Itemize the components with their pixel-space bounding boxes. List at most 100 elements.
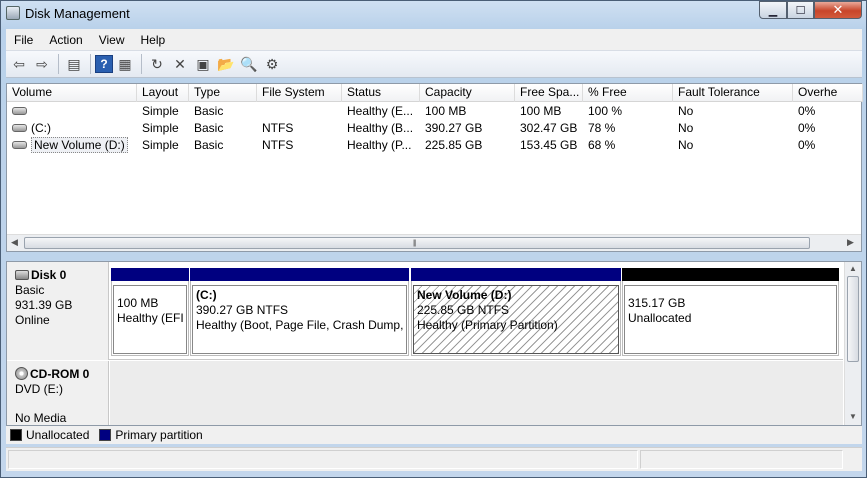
column-header[interactable]: File System [257, 84, 342, 102]
settings-icon[interactable]: ⚙ [261, 53, 283, 75]
delete-icon[interactable]: ✕ [169, 53, 191, 75]
table-cell: (C:) [7, 120, 137, 137]
vertical-scrollbar[interactable]: ▲ ▼ [844, 262, 861, 425]
menu-action[interactable]: Action [41, 33, 90, 47]
legend-label: Primary partition [115, 428, 203, 442]
table-cell: 302.47 GB [520, 121, 578, 135]
horizontal-scroll-thumb[interactable]: ||| [24, 237, 810, 249]
status-segment [8, 450, 638, 469]
scroll-down-icon[interactable]: ▼ [849, 412, 857, 421]
menu-file[interactable]: File [6, 33, 41, 47]
table-cell: Healthy (P... [347, 138, 412, 152]
table-cell: No [678, 121, 694, 135]
table-cell [257, 103, 342, 120]
scroll-up-icon[interactable]: ▲ [849, 264, 857, 273]
menu-help[interactable]: Help [133, 33, 174, 47]
table-cell: 225.85 GB [425, 138, 483, 152]
table-cell: 0% [798, 104, 816, 118]
table-cell: Basic [194, 138, 224, 152]
partition-color-bar [111, 268, 189, 281]
column-header[interactable]: % Free [583, 84, 673, 102]
console-tree-icon[interactable]: ▤ [63, 53, 85, 75]
partition-title: (C:) [196, 288, 217, 302]
column-header[interactable]: Volume [7, 84, 137, 102]
close-button[interactable]: ✕ [814, 1, 862, 19]
table-cell: Healthy (B... [347, 121, 414, 135]
cdrom-state: No Media [15, 411, 67, 425]
table-row[interactable]: (C:) Simple Basic NTFS Healthy (B... 390.27 G… [7, 120, 863, 137]
disk-name: Disk 0 [31, 268, 67, 282]
partition-block[interactable]: 100 MB Healthy (EFI [111, 268, 189, 356]
toolbar-separator [90, 54, 91, 74]
help-icon[interactable]: ? [95, 55, 113, 73]
toolbar-separator [58, 54, 59, 74]
back-arrow-icon[interactable]: ⇦ [8, 53, 30, 75]
volume-list-header: Volume Layout Type File System Status Capacit… [7, 84, 863, 102]
toolbar-separator [141, 54, 142, 74]
open-folder-icon[interactable]: 📂 [215, 53, 237, 75]
disk-management-app-icon [6, 6, 20, 20]
column-header[interactable]: Layout [137, 84, 189, 102]
scroll-left-icon[interactable]: ◀ [11, 237, 18, 248]
cdrom-type: DVD (E:) [15, 382, 63, 396]
menu-view[interactable]: View [91, 33, 133, 47]
disk-size: 931.39 GB [15, 298, 73, 312]
legend-swatch [99, 429, 112, 441]
pane-icon[interactable]: ▦ [114, 53, 136, 75]
legend: Unallocated Primary partition [6, 426, 862, 444]
disk-type: Basic [15, 283, 45, 297]
volume-icon [12, 123, 27, 132]
partition-status: Healthy (EFI [117, 311, 184, 325]
table-row[interactable]: New Volume (D:) Simple Basic NTFS Healthy (P… [7, 137, 863, 154]
scroll-right-icon[interactable]: ▶ [847, 237, 854, 248]
partition-info: (C:) 390.27 GB NTFS Healthy (Boot, Page Fi… [192, 285, 407, 354]
table-cell: NTFS [262, 138, 294, 152]
partition-status: Healthy (Boot, Page File, Crash Dump, [196, 318, 404, 332]
search-icon[interactable]: 🔍 [238, 53, 260, 75]
disk-graphical-view: Disk 0 Basic 931.39 GB Online 100 MB Heal… [6, 261, 862, 426]
legend-label: Unallocated [26, 428, 90, 442]
refresh-icon[interactable]: ↻ [146, 53, 168, 75]
title-bar: Disk Management ▁ ☐ ✕ [1, 1, 866, 29]
maximize-button[interactable]: ☐ [787, 1, 814, 19]
table-cell: 78 % [588, 121, 616, 135]
grip-icon: ||| [413, 240, 417, 247]
table-cell: Simple [142, 121, 179, 135]
minimize-button[interactable]: ▁ [759, 1, 787, 19]
column-header[interactable]: Status [342, 84, 420, 102]
column-header[interactable]: Free Spa... [515, 84, 583, 102]
volume-name: New Volume (D:) [31, 137, 128, 153]
table-cell: 100 % [588, 104, 623, 118]
window-title: Disk Management [25, 6, 130, 21]
partition-info: 315.17 GB Unallocated [624, 285, 837, 354]
partition-block[interactable]: 315.17 GB Unallocated [622, 268, 839, 356]
partition-info: New Volume (D:) 225.85 GB NTFS Healthy (Pr… [413, 285, 619, 354]
table-cell: Simple [142, 104, 179, 118]
horizontal-scrollbar[interactable]: ◀ ||| ▶ [7, 234, 861, 251]
disk-0-label[interactable]: Disk 0 Basic 931.39 GB Online [7, 262, 109, 360]
status-bar [6, 447, 862, 471]
column-header[interactable]: Fault Tolerance [673, 84, 793, 102]
partition-color-bar [622, 268, 839, 281]
column-header[interactable]: Type [189, 84, 257, 102]
vertical-scroll-thumb[interactable] [847, 276, 859, 362]
volume-name: (C:) [31, 121, 51, 135]
legend-swatch [10, 429, 22, 441]
disk-0-row: Disk 0 Basic 931.39 GB Online 100 MB Heal… [7, 262, 843, 360]
cdrom-0-row: CD-ROM 0 DVD (E:) No Media [7, 361, 843, 425]
table-row[interactable]: Simple Basic Healthy (E... 100 MB 100 MB 100 … [7, 103, 863, 120]
table-cell: New Volume (D:) [7, 137, 137, 154]
partition-color-bar [411, 268, 621, 281]
column-header[interactable]: Capacity [420, 84, 515, 102]
partition-block[interactable]: New Volume (D:) 225.85 GB NTFS Healthy (Pr… [411, 268, 621, 356]
column-header[interactable]: Overhe [793, 84, 863, 102]
cdrom-0-label[interactable]: CD-ROM 0 DVD (E:) No Media [7, 361, 109, 425]
partition-title [628, 288, 836, 296]
hard-disk-icon [15, 270, 29, 280]
disk-management-window: Disk Management ▁ ☐ ✕ File Action View Help… [0, 0, 867, 478]
table-cell: 0% [798, 121, 816, 135]
partition-block[interactable]: (C:) 390.27 GB NTFS Healthy (Boot, Page Fi… [190, 268, 409, 356]
forward-arrow-icon[interactable]: ⇨ [31, 53, 53, 75]
partition-size: 390.27 GB NTFS [196, 303, 289, 317]
properties-icon[interactable]: ▣ [192, 53, 214, 75]
